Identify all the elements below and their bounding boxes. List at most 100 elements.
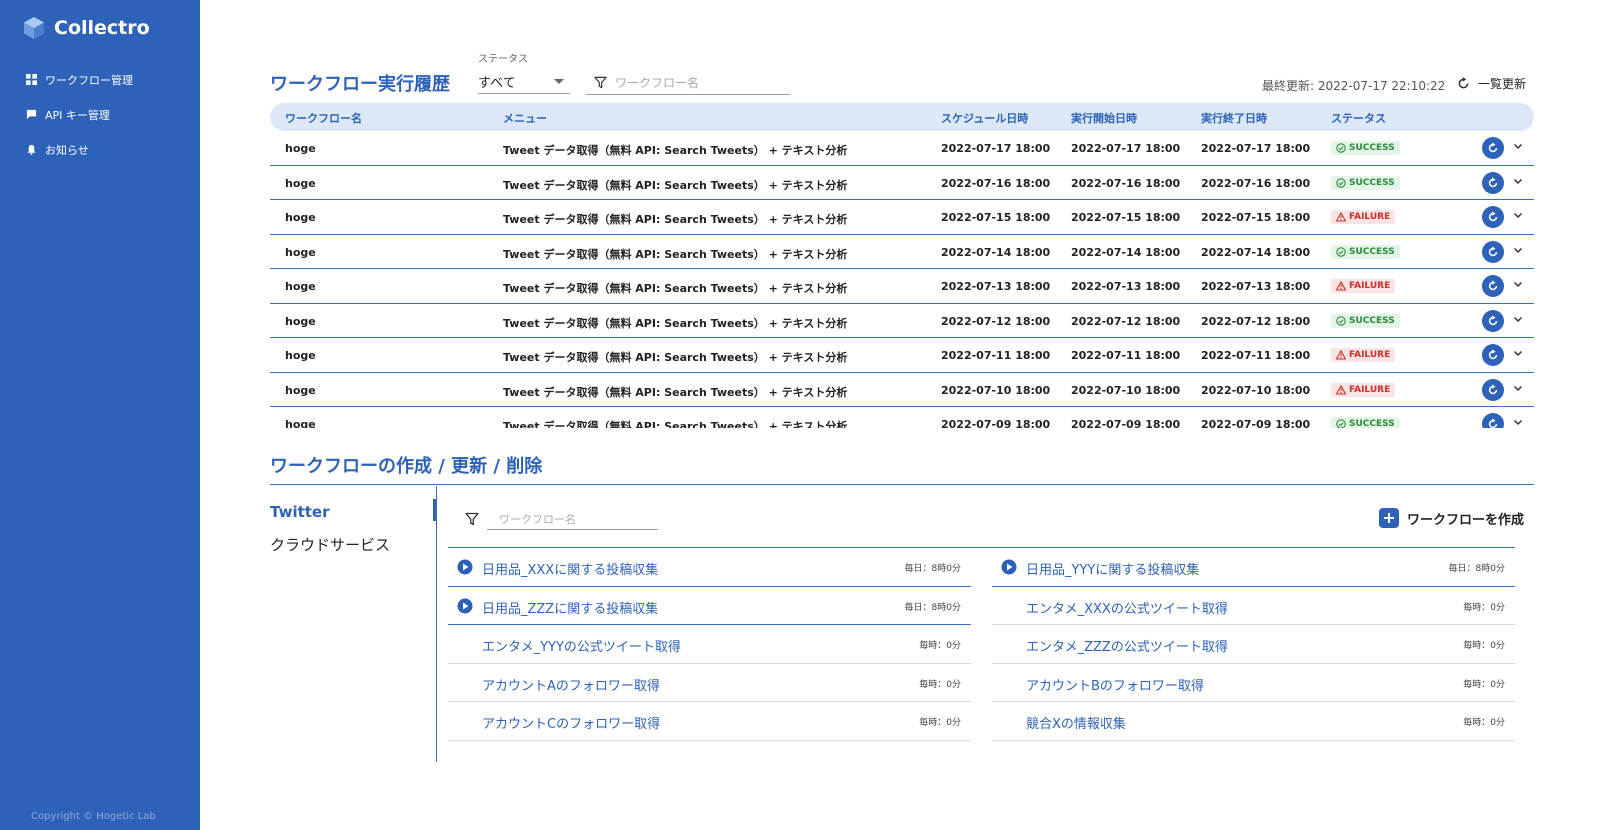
status-badge-text: SUCCESS xyxy=(1349,419,1395,428)
column-header-started[interactable]: 実行開始日時 xyxy=(1071,110,1137,126)
chevron-down-icon[interactable] xyxy=(1512,382,1524,394)
row-menu: Tweet データ取得（無料 API: Search Tweets） + テキス… xyxy=(503,316,848,330)
status-filter-label: ステータス xyxy=(478,54,528,65)
row-scheduled: 2022-07-12 18:00 xyxy=(941,314,1051,328)
workflow-search-placeholder: ワークフロー名 xyxy=(499,513,576,526)
row-finished: 2022-07-10 18:00 xyxy=(1201,383,1311,397)
history-table-body: hoge Tweet データ取得（無料 API: Search Tweets） … xyxy=(270,131,1534,428)
row-scheduled: 2022-07-13 18:00 xyxy=(941,280,1051,293)
status-badge: SUCCESS xyxy=(1331,417,1400,428)
workflow-item[interactable]: エンタメ_XXXの公式ツイート取得 毎時：0分 xyxy=(992,587,1515,625)
chevron-down-icon[interactable] xyxy=(1512,140,1524,152)
play-circle-icon[interactable] xyxy=(457,559,473,575)
chevron-down-icon[interactable] xyxy=(1512,313,1524,325)
row-scheduled: 2022-07-10 18:00 xyxy=(941,383,1051,397)
table-row: hoge Tweet データ取得（無料 API: Search Tweets） … xyxy=(270,304,1534,338)
sidebar-item-workflow-management[interactable]: ワークフロー管理 xyxy=(26,62,196,97)
sidebar-item-label: API キー管理 xyxy=(45,108,110,122)
status-badge: SUCCESS xyxy=(1331,313,1400,328)
warning-icon xyxy=(1336,212,1346,222)
rerun-button[interactable] xyxy=(1482,344,1504,366)
sidebar-item-api-keys[interactable]: API キー管理 xyxy=(26,97,196,132)
column-header-status[interactable]: ステータス xyxy=(1331,110,1386,126)
rerun-button[interactable] xyxy=(1482,206,1504,228)
chevron-down-icon[interactable] xyxy=(1512,244,1524,256)
play-circle-icon[interactable] xyxy=(457,598,473,614)
column-header-finished[interactable]: 実行終了日時 xyxy=(1201,110,1267,126)
app-logo[interactable]: Collectro xyxy=(22,16,150,40)
rerun-button[interactable] xyxy=(1482,137,1504,159)
column-header-scheduled[interactable]: スケジュール日時 xyxy=(941,110,1028,126)
status-badge: SUCCESS xyxy=(1331,141,1400,155)
chevron-down-icon[interactable] xyxy=(1512,278,1524,290)
workflow-name-filter-input[interactable]: ワークフロー名 xyxy=(586,70,790,95)
rerun-button[interactable] xyxy=(1482,378,1504,401)
workflow-item[interactable]: 日用品_XXXに関する投稿収集 毎日：8時0分 xyxy=(448,548,971,587)
chevron-down-icon[interactable] xyxy=(1512,416,1524,428)
workflow-schedule: 毎時：0分 xyxy=(1463,641,1505,651)
divider xyxy=(436,486,437,762)
category-cloud-services[interactable]: クラウドサービス xyxy=(270,534,390,555)
workflow-name: エンタメ_ZZZの公式ツイート取得 xyxy=(1026,640,1228,655)
status-badge-text: SUCCESS xyxy=(1349,177,1395,188)
row-menu: Tweet データ取得（無料 API: Search Tweets） + テキス… xyxy=(503,282,848,295)
grid-icon xyxy=(26,74,37,85)
row-menu: Tweet データ取得（無料 API: Search Tweets） + テキス… xyxy=(503,178,848,192)
status-badge-text: FAILURE xyxy=(1349,384,1391,395)
app-name: Collectro xyxy=(54,17,150,39)
history-table-header: ワークフロー名 メニュー スケジュール日時 実行開始日時 実行終了日時 ステータ… xyxy=(270,103,1534,131)
chat-icon xyxy=(26,109,37,120)
rerun-button[interactable] xyxy=(1482,171,1504,194)
workflow-name: アカウントAのフォロワー取得 xyxy=(482,678,660,694)
workflow-search-input[interactable]: ワークフロー名 xyxy=(465,508,658,530)
warning-icon xyxy=(1336,350,1346,360)
row-workflow-name: hoge xyxy=(285,176,316,190)
workflow-name: エンタメ_YYYの公式ツイート取得 xyxy=(482,640,681,655)
check-circle-icon xyxy=(1336,315,1346,326)
category-twitter[interactable]: Twitter xyxy=(270,503,330,521)
status-filter-select[interactable]: すべて xyxy=(478,70,570,94)
column-header-workflow-name[interactable]: ワークフロー名 xyxy=(285,110,362,126)
row-workflow-name: hoge xyxy=(285,314,316,328)
status-badge-text: SUCCESS xyxy=(1349,143,1395,153)
workflow-item[interactable]: エンタメ_ZZZの公式ツイート取得 毎時：0分 xyxy=(992,625,1515,664)
workflow-item[interactable]: アカウントCのフォロワー取得 毎時：0分 xyxy=(448,702,971,741)
row-menu: Tweet データ取得（無料 API: Search Tweets） + テキス… xyxy=(503,420,848,428)
table-row: hoge Tweet データ取得（無料 API: Search Tweets） … xyxy=(270,131,1534,166)
row-menu: Tweet データ取得（無料 API: Search Tweets） + テキス… xyxy=(503,213,848,226)
workflow-name: アカウントBのフォロワー取得 xyxy=(1026,678,1204,694)
workflow-item[interactable]: アカウントBのフォロワー取得 毎時：0分 xyxy=(992,664,1515,702)
status-badge: SUCCESS xyxy=(1331,175,1400,190)
rerun-button[interactable] xyxy=(1482,240,1504,263)
chevron-down-icon[interactable] xyxy=(1512,209,1524,221)
play-circle-icon[interactable] xyxy=(1001,559,1017,575)
workflow-item[interactable]: 日用品_YYYに関する投稿収集 毎日：8時0分 xyxy=(992,548,1515,587)
chevron-down-icon[interactable] xyxy=(1512,347,1524,359)
row-started: 2022-07-11 18:00 xyxy=(1071,349,1181,362)
table-row: hoge Tweet データ取得（無料 API: Search Tweets） … xyxy=(270,407,1534,428)
check-circle-icon xyxy=(1336,177,1346,188)
workflow-item[interactable]: アカウントAのフォロワー取得 毎時：0分 xyxy=(448,664,971,702)
row-finished: 2022-07-11 18:00 xyxy=(1201,349,1311,362)
row-started: 2022-07-12 18:00 xyxy=(1071,314,1181,328)
chevron-down-icon[interactable] xyxy=(1512,175,1524,187)
workflow-item[interactable]: エンタメ_YYYの公式ツイート取得 毎時：0分 xyxy=(448,625,971,664)
refresh-list-button[interactable]: 一覧更新 xyxy=(1457,75,1526,92)
sidebar-item-notifications[interactable]: お知らせ xyxy=(26,132,196,167)
column-header-menu[interactable]: メニュー xyxy=(503,110,547,126)
create-workflow-button[interactable]: ワークフローを作成 xyxy=(1379,508,1524,528)
sidebar-nav: ワークフロー管理 API キー管理 お知らせ xyxy=(26,62,196,167)
workflow-item[interactable]: 日用品_ZZZに関する投稿収集 毎日：8時0分 xyxy=(448,587,971,625)
workflow-name: エンタメ_XXXの公式ツイート取得 xyxy=(1026,601,1228,617)
workflow-schedule: 毎日：8時0分 xyxy=(1448,564,1505,574)
sidebar-item-label: お知らせ xyxy=(45,143,89,157)
status-badge: SUCCESS xyxy=(1331,244,1400,259)
row-menu: Tweet データ取得（無料 API: Search Tweets） + テキス… xyxy=(503,385,848,399)
workflow-item[interactable]: 競合Xの情報収集 毎時：0分 xyxy=(992,702,1515,741)
rerun-button[interactable] xyxy=(1482,413,1504,428)
rerun-button[interactable] xyxy=(1482,309,1504,332)
row-finished: 2022-07-16 18:00 xyxy=(1201,176,1311,190)
refresh-icon xyxy=(1488,349,1498,360)
rerun-button[interactable] xyxy=(1482,275,1504,297)
workflow-name: 日用品_XXXに関する投稿収集 xyxy=(482,563,659,578)
